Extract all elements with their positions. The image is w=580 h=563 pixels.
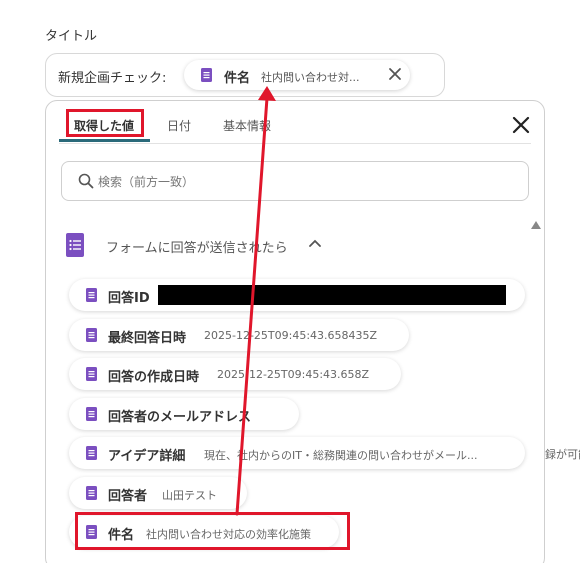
- search-input[interactable]: [98, 171, 498, 193]
- list-item-idea-details[interactable]: アイデア詳細 現在、社内からのIT・総務関連の問い合わせがメール...: [69, 437, 525, 469]
- item-name: 回答者のメールアドレス: [108, 410, 252, 425]
- tab-date[interactable]: 日付: [167, 117, 191, 134]
- close-icon[interactable]: [387, 66, 403, 82]
- active-tab-indicator: [59, 139, 150, 142]
- redacted-value: [158, 285, 506, 305]
- tab-divider: [59, 143, 531, 144]
- item-name: アイデア詳細: [108, 449, 186, 464]
- field-prefix-text: 新規企画チェック:: [58, 71, 167, 86]
- form-doc-icon: [86, 367, 97, 381]
- item-name: 回答ID: [108, 291, 150, 306]
- variable-chip[interactable]: 件名 社内問い合わせ対...: [184, 60, 410, 90]
- scroll-up-arrow-icon[interactable]: [531, 221, 541, 229]
- variable-picker-panel: 取得した値 日付 基本情報 フォームに回答が送信されたら 回答ID: [45, 100, 545, 563]
- title-field[interactable]: 新規企画チェック: 件名 社内問い合わせ対...: [45, 53, 445, 97]
- form-doc-icon: [201, 68, 212, 82]
- tab-basic-info[interactable]: 基本情報: [223, 117, 271, 134]
- item-name: 回答の作成日時: [108, 370, 200, 385]
- item-value: 2025-12-25T09:45:43.658435Z: [204, 329, 378, 342]
- list-item-respondent-email[interactable]: 回答者のメールアドレス: [69, 398, 299, 430]
- list-item-respondent[interactable]: 回答者 山田テスト: [69, 477, 247, 509]
- group-header[interactable]: フォームに回答が送信されたら: [66, 229, 366, 259]
- chevron-up-icon[interactable]: [309, 239, 321, 247]
- item-value: 現在、社内からのIT・総務関連の問い合わせがメール...: [204, 449, 478, 462]
- chip-name: 件名: [224, 71, 251, 86]
- form-doc-icon: [86, 446, 97, 460]
- overflow-text: 録が可能: [545, 448, 580, 461]
- chip-value: 社内問い合わせ対...: [261, 71, 360, 84]
- list-item-response-id[interactable]: 回答ID: [69, 279, 525, 311]
- item-value: 2025-12-25T09:45:43.658Z: [217, 368, 370, 381]
- form-doc-icon: [86, 328, 97, 342]
- form-doc-icon: [86, 486, 97, 500]
- form-doc-icon: [86, 407, 97, 421]
- search-icon: [78, 173, 94, 189]
- item-name: 最終回答日時: [108, 331, 187, 346]
- group-title: フォームに回答が送信されたら: [106, 241, 288, 256]
- form-doc-icon: [86, 288, 97, 302]
- item-name: 回答者: [108, 489, 148, 504]
- title-label: タイトル: [45, 29, 98, 44]
- item-value: 山田テスト: [162, 489, 217, 502]
- list-item-response-created-time[interactable]: 回答の作成日時 2025-12-25T09:45:43.658Z: [69, 358, 401, 390]
- highlight-box-subject: [75, 512, 350, 550]
- highlight-box-tab: [66, 109, 144, 137]
- close-icon[interactable]: [510, 114, 532, 136]
- form-doc-icon: [66, 233, 84, 257]
- list-item-last-response-time[interactable]: 最終回答日時 2025-12-25T09:45:43.658435Z: [69, 319, 409, 351]
- search-field[interactable]: [61, 161, 529, 201]
